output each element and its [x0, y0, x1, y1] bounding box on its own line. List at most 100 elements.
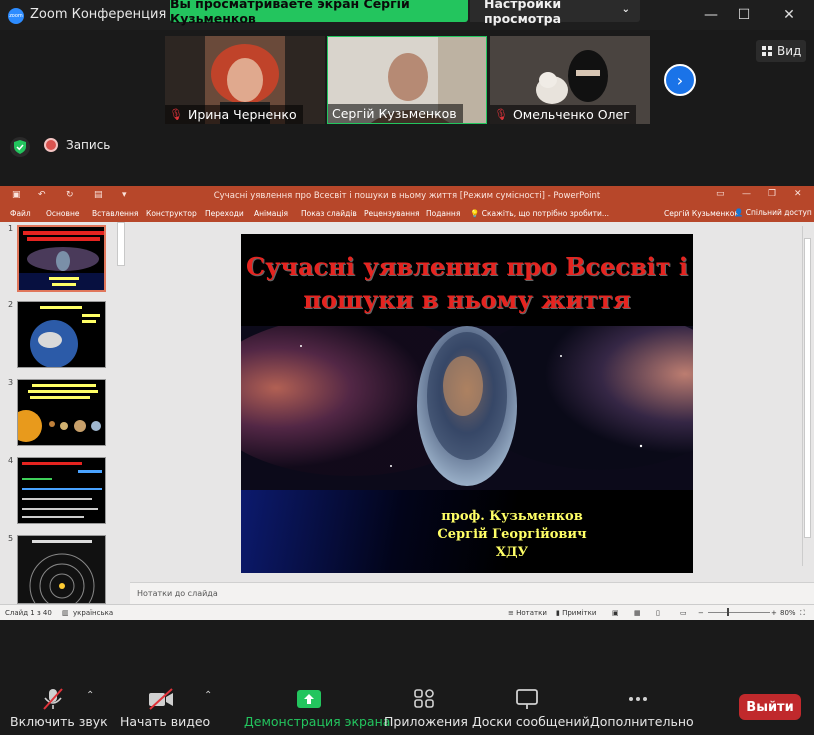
video-tile[interactable]: 🎙 Омельченко Олег	[490, 36, 650, 124]
tab-animations[interactable]: Анімація	[254, 209, 288, 218]
slide-edit-area[interactable]: Сучасні уявлення про Всесвіт і пошуки в …	[130, 222, 814, 582]
ppt-share-label: Спільний доступ	[745, 208, 812, 217]
ppt-share-button[interactable]: 👤 Спільний доступ	[734, 208, 812, 217]
thumbnail-number: 1	[8, 224, 14, 233]
zoom-slider[interactable]	[708, 612, 770, 613]
thumbnails-scrollbar[interactable]	[117, 222, 125, 266]
ppt-user-name[interactable]: Сергій Кузьменков	[664, 209, 739, 218]
comments-toggle[interactable]: ▮ Примітки	[556, 609, 596, 617]
view-options-button[interactable]: Настройки просмотра ⌄	[470, 0, 640, 26]
whiteboards-button[interactable]: Доски сообщений	[472, 676, 590, 735]
shield-icon	[14, 140, 26, 154]
tab-file[interactable]: Файл	[10, 209, 31, 218]
restore-icon[interactable]: ❐	[768, 189, 776, 199]
fit-slide-icon[interactable]: ⛶	[800, 609, 805, 618]
slide-thumbnail-4[interactable]	[17, 457, 106, 524]
more-button[interactable]: Дополнительно	[590, 676, 694, 735]
video-options-chevron-icon[interactable]: ⌃	[204, 690, 212, 701]
video-tile[interactable]: 🎙 Ирина Черненко	[165, 36, 325, 124]
audio-options-chevron-icon[interactable]: ⌃	[86, 690, 94, 701]
slide-title: Сучасні уявлення про Всесвіт і пошуки в …	[241, 250, 693, 316]
minimize-button[interactable]: —	[694, 0, 728, 30]
view-button[interactable]: Вид	[756, 40, 806, 62]
slide-scrollbar[interactable]	[802, 226, 811, 566]
notes-toggle[interactable]: ≡ Нотатки	[508, 609, 547, 617]
current-slide[interactable]: Сучасні уявлення про Всесвіт і пошуки в …	[241, 234, 693, 573]
slide-author-line: Сергій Георгійович	[437, 527, 587, 542]
share-screen-button[interactable]: Демонстрация экрана	[244, 676, 390, 735]
person-icon: 👤	[734, 208, 744, 217]
zoom-level[interactable]: 80%	[780, 609, 796, 617]
slide-thumbnail-1[interactable]	[17, 225, 106, 292]
maximize-button[interactable]: ☐	[727, 0, 761, 30]
normal-view-icon[interactable]: ▣	[612, 609, 619, 617]
video-tile-active[interactable]: Сергій Кузьменков	[327, 36, 487, 124]
view-options-label: Настройки просмотра	[484, 0, 562, 26]
ppt-status-bar: Слайд 1 з 40 ▥ українська ≡ Нотатки ▮ Пр…	[0, 604, 814, 620]
start-video-button[interactable]: Начать видео	[120, 676, 211, 735]
slide-title-line: пошуки в ньому життя	[303, 285, 631, 314]
recording-label: Запись	[66, 138, 111, 152]
participant-name: Омельченко Олег	[512, 107, 630, 122]
zoom-slider-handle[interactable]	[727, 608, 729, 616]
meeting-toolbar: Включить звук ⌃ Начать видео ⌃ Демонстра…	[0, 676, 814, 735]
zoom-out-icon[interactable]: −	[698, 609, 704, 617]
mic-muted-icon	[43, 688, 63, 710]
notes-pane[interactable]: Нотатки до слайда	[130, 582, 814, 604]
apps-icon	[414, 689, 434, 708]
slide-author-block: проф. Кузьменков Сергій Георгійович ХДУ	[241, 490, 693, 573]
tab-review[interactable]: Рецензування	[364, 209, 420, 218]
ppt-title-bar: ▣ ↶ ↻ ▤ ▾ Сучасні уявлення про Всесвіт і…	[0, 186, 814, 206]
chevron-right-icon: ›	[676, 70, 684, 90]
leave-button[interactable]: Выйти	[739, 694, 801, 720]
whiteboard-icon	[516, 689, 538, 709]
thumbnail-preview	[18, 302, 105, 367]
slide-thumbnails-pane[interactable]: 1 2 3 4 5	[0, 222, 130, 604]
slide-cosmic-image	[241, 326, 693, 490]
ribbon-options-icon[interactable]: ▭	[716, 189, 725, 199]
slide-author-line: проф. Кузьменков	[441, 509, 583, 524]
thumbnail-preview	[18, 458, 105, 523]
language-indicator[interactable]: українська	[73, 609, 113, 617]
close-icon[interactable]: ✕	[794, 189, 802, 199]
start-video-label: Начать видео	[120, 714, 211, 729]
close-button[interactable]: ✕	[772, 0, 806, 30]
next-participants-button[interactable]: ›	[664, 64, 696, 96]
tab-transitions[interactable]: Переходи	[205, 209, 244, 218]
spellcheck-icon[interactable]: ▥	[62, 609, 69, 617]
thumbnail-preview	[18, 380, 105, 445]
participant-name: Ирина Черненко	[187, 107, 297, 122]
tab-home[interactable]: Основне	[46, 209, 79, 218]
slide-author-line: ХДУ	[495, 545, 529, 560]
thumbnail-number: 5	[8, 534, 14, 543]
reading-view-icon[interactable]: ▯	[656, 609, 660, 617]
security-shield-icon[interactable]	[10, 137, 30, 157]
scrollbar-thumb[interactable]	[804, 238, 811, 538]
ppt-ribbon-tabs: Файл Основне Вставлення Конструктор Пере…	[0, 206, 814, 222]
unmute-button[interactable]: Включить звук	[10, 676, 108, 735]
mic-muted-icon: 🎙	[169, 108, 183, 121]
slide-thumbnail-2[interactable]	[17, 301, 106, 368]
thumbnail-number: 4	[8, 456, 14, 465]
tab-view[interactable]: Подання	[426, 209, 460, 218]
tab-slideshow[interactable]: Показ слайдів	[301, 209, 357, 218]
grid-view-icon	[762, 46, 772, 56]
recording-indicator[interactable]: Запись	[44, 138, 110, 152]
thumbnail-preview	[18, 536, 105, 603]
slideshow-icon[interactable]: ▭	[680, 609, 687, 617]
mic-muted-icon: 🎙	[494, 108, 508, 121]
zoom-in-icon[interactable]: +	[771, 609, 777, 617]
more-label: Дополнительно	[590, 714, 694, 729]
tab-design[interactable]: Конструктор	[146, 209, 197, 218]
slide-counter: Слайд 1 з 40	[5, 609, 52, 617]
tell-me-search[interactable]: 💡 Скажіть, що потрібно зробити...	[470, 209, 609, 218]
slide-thumbnail-5[interactable]	[17, 535, 106, 604]
minimize-icon[interactable]: —	[742, 189, 751, 199]
title-bar: zoom Zoom Конференция Вы просматриваете …	[0, 0, 814, 30]
slide-sorter-icon[interactable]: ▦	[634, 609, 641, 617]
shared-screen-powerpoint[interactable]: ▣ ↶ ↻ ▤ ▾ Сучасні уявлення про Всесвіт і…	[0, 186, 814, 620]
slide-thumbnail-3[interactable]	[17, 379, 106, 446]
tab-insert[interactable]: Вставлення	[92, 209, 138, 218]
unmute-label: Включить звук	[10, 714, 108, 729]
apps-button[interactable]: Приложения	[384, 676, 468, 735]
